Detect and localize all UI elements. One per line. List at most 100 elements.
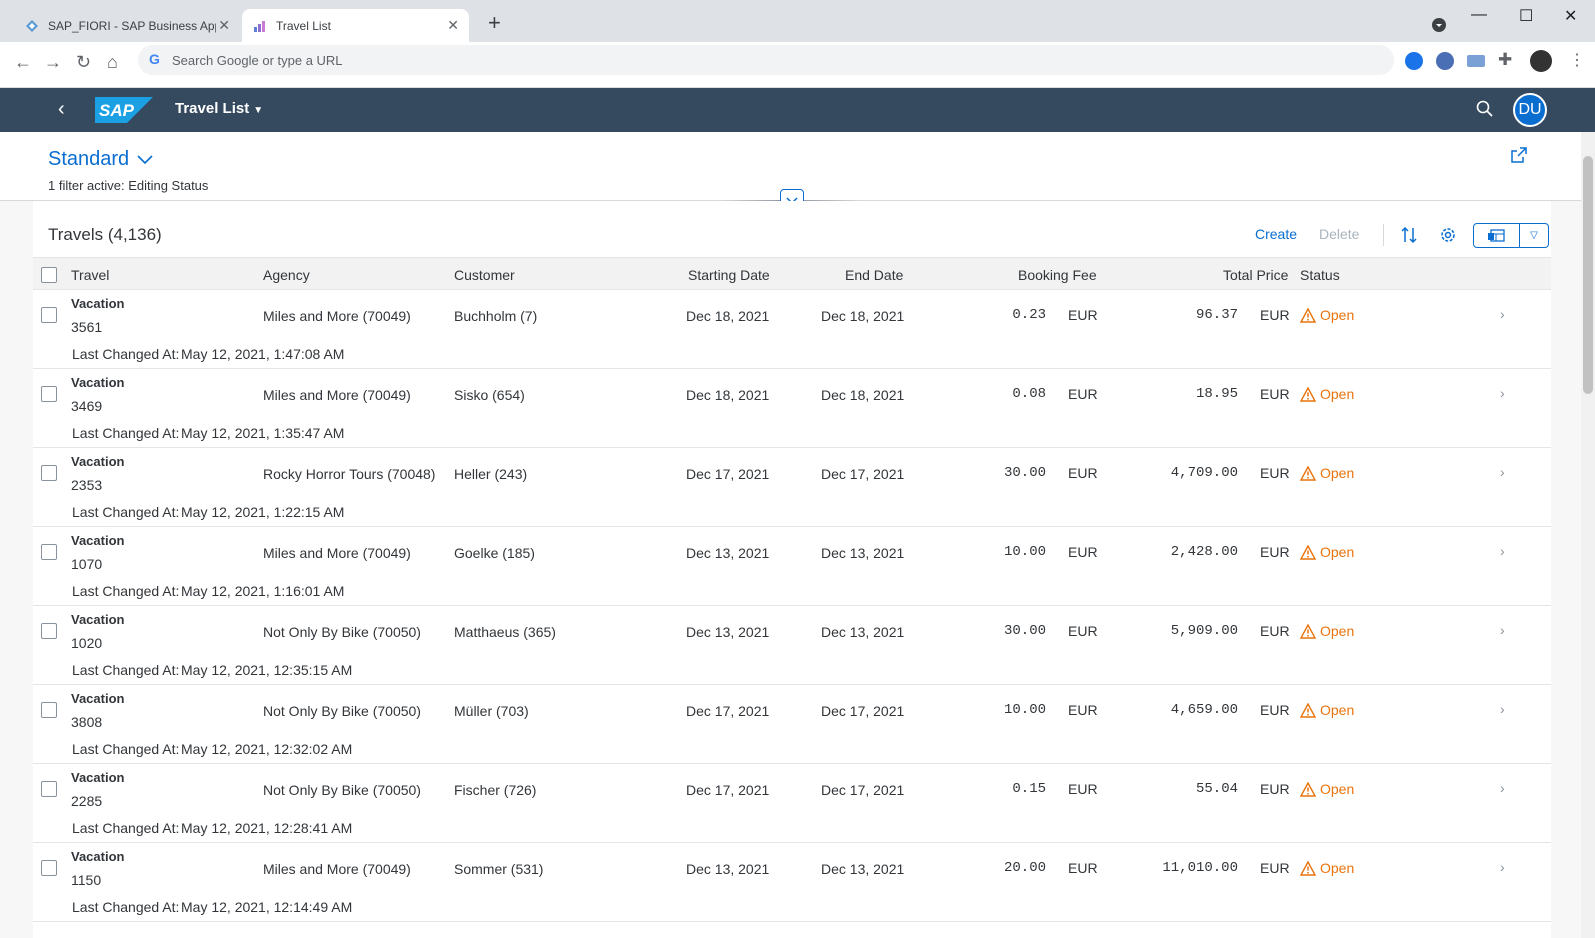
last-changed-value: May 12, 2021, 12:28:41 AM xyxy=(181,820,353,836)
status-text: Open xyxy=(1320,623,1355,639)
tab-search-icon[interactable] xyxy=(1431,17,1447,33)
table-row[interactable]: Vacation 2353 Rocky Horror Tours (70048) He… xyxy=(33,448,1551,527)
export-icon[interactable] xyxy=(1474,224,1520,247)
chevron-right-icon[interactable]: › xyxy=(1500,859,1505,875)
export-button[interactable]: ▽ xyxy=(1473,223,1549,248)
column-header-travel[interactable]: Travel xyxy=(71,267,109,283)
table-header-row: Travel Agency Customer Starting Date End… xyxy=(33,257,1551,290)
column-header-total-price[interactable]: Total Price xyxy=(1223,267,1288,283)
forward-icon[interactable]: → xyxy=(44,52,62,72)
agency-cell: Miles and More (70049) xyxy=(263,545,411,561)
column-header-status[interactable]: Status xyxy=(1300,267,1340,283)
end-date-cell: Dec 17, 2021 xyxy=(821,782,905,798)
table-row[interactable]: Vacation 1150 Miles and More (70049) Sommer… xyxy=(33,843,1551,922)
column-header-starting-date[interactable]: Starting Date xyxy=(688,267,770,283)
chevron-right-icon[interactable]: › xyxy=(1500,385,1505,401)
total-price-currency: EUR xyxy=(1260,781,1290,797)
settings-gear-icon[interactable] xyxy=(1438,225,1458,245)
booking-fee-amount: 0.15 xyxy=(1012,781,1046,797)
chevron-right-icon[interactable]: › xyxy=(1500,464,1505,480)
extension-globe-icon[interactable] xyxy=(1405,52,1423,70)
profile-avatar-icon[interactable] xyxy=(1530,50,1552,72)
warning-icon xyxy=(1300,544,1316,560)
row-checkbox[interactable] xyxy=(41,307,57,323)
chevron-right-icon[interactable]: › xyxy=(1500,543,1505,559)
customer-cell: Fischer (726) xyxy=(454,782,537,798)
column-header-end-date[interactable]: End Date xyxy=(845,267,903,283)
table-row[interactable]: Vacation 3469 Miles and More (70049) Sisko … xyxy=(33,369,1551,448)
home-icon[interactable]: ⌂ xyxy=(107,52,118,72)
browser-tab-title: SAP_FIORI - SAP Business Applic xyxy=(48,18,216,33)
customer-cell: Müller (703) xyxy=(454,703,529,719)
starting-date-cell: Dec 17, 2021 xyxy=(686,703,770,719)
browser-menu-icon[interactable]: ⋮ xyxy=(1569,50,1585,70)
browser-tab-sap-fiori[interactable]: SAP_FIORI - SAP Business Applic ✕ xyxy=(14,9,240,42)
agency-cell: Miles and More (70049) xyxy=(263,861,411,877)
travel-id: 2285 xyxy=(71,793,103,809)
extension-sap-icon[interactable] xyxy=(1467,55,1485,67)
row-checkbox[interactable] xyxy=(41,544,57,560)
scrollbar-thumb[interactable] xyxy=(1583,156,1593,394)
chevron-right-icon[interactable]: › xyxy=(1500,701,1505,717)
column-header-customer[interactable]: Customer xyxy=(454,267,515,283)
shell-back-icon[interactable]: ‹ xyxy=(58,98,65,121)
search-icon[interactable] xyxy=(1476,100,1494,118)
minimize-icon[interactable]: — xyxy=(1471,6,1487,24)
row-checkbox[interactable] xyxy=(41,623,57,639)
select-all-checkbox[interactable] xyxy=(41,267,57,283)
booking-fee-amount: 0.08 xyxy=(1012,386,1046,402)
share-icon[interactable] xyxy=(1510,146,1528,164)
row-checkbox[interactable] xyxy=(41,860,57,876)
chevron-right-icon[interactable]: › xyxy=(1500,780,1505,796)
close-icon[interactable]: ✕ xyxy=(218,17,230,34)
chevron-right-icon[interactable]: › xyxy=(1500,306,1505,322)
new-tab-icon[interactable]: + xyxy=(488,12,501,34)
last-changed-value: May 12, 2021, 12:14:49 AM xyxy=(181,899,353,915)
app-title-menu[interactable]: Travel List ▼ xyxy=(175,100,263,117)
table-row[interactable]: Vacation 1020 Not Only By Bike (70050) Matt… xyxy=(33,606,1551,685)
travels-table: Travels (4,136) Create Delete ▽ Travel A… xyxy=(33,201,1551,938)
extensions-puzzle-icon[interactable]: ✚ xyxy=(1498,50,1512,70)
last-changed-label: Last Changed At: xyxy=(72,346,180,362)
column-header-agency[interactable]: Agency xyxy=(263,267,310,283)
table-row[interactable]: Vacation 3561 Miles and More (70049) Buchho… xyxy=(33,290,1551,369)
status-text: Open xyxy=(1320,307,1355,323)
window-close-icon[interactable]: ✕ xyxy=(1564,6,1577,26)
maximize-icon[interactable]: ☐ xyxy=(1519,6,1533,26)
delete-button[interactable]: Delete xyxy=(1319,226,1359,242)
warning-icon xyxy=(1300,623,1316,639)
sap-logo[interactable]: SAP xyxy=(95,97,153,123)
booking-fee-currency: EUR xyxy=(1068,386,1098,402)
table-row[interactable]: Vacation 3808 Not Only By Bike (70050) Müll… xyxy=(33,685,1551,764)
table-row[interactable]: Vacation 1070 Miles and More (70049) Goelke… xyxy=(33,527,1551,606)
page-scrollbar[interactable] xyxy=(1581,132,1595,938)
travel-id: 3808 xyxy=(71,714,103,730)
last-changed-value: May 12, 2021, 1:16:01 AM xyxy=(181,583,345,599)
chevron-right-icon[interactable]: › xyxy=(1500,622,1505,638)
reload-icon[interactable]: ↻ xyxy=(76,52,91,72)
row-checkbox[interactable] xyxy=(41,781,57,797)
total-price-amount: 11,010.00 xyxy=(1162,860,1238,876)
table-row[interactable]: Vacation 2285 Not Only By Bike (70050) Fisc… xyxy=(33,764,1551,843)
variant-selector[interactable]: Standard xyxy=(48,148,153,171)
close-icon[interactable]: ✕ xyxy=(447,17,459,34)
last-changed-label: Last Changed At: xyxy=(72,504,180,520)
sort-icon[interactable] xyxy=(1399,225,1419,245)
travel-description: Vacation xyxy=(71,849,125,864)
create-button[interactable]: Create xyxy=(1255,226,1297,242)
row-checkbox[interactable] xyxy=(41,386,57,402)
column-header-booking-fee[interactable]: Booking Fee xyxy=(1018,267,1097,283)
export-menu-chevron-icon[interactable]: ▽ xyxy=(1520,224,1548,247)
address-bar[interactable]: G Search Google or type a URL xyxy=(138,45,1394,75)
row-checkbox[interactable] xyxy=(41,702,57,718)
chart-favicon-icon xyxy=(254,20,265,32)
warning-icon xyxy=(1300,307,1316,323)
extension-world-icon[interactable] xyxy=(1436,52,1454,70)
booking-fee-currency: EUR xyxy=(1068,702,1098,718)
browser-tab-travel-list[interactable]: Travel List ✕ xyxy=(242,9,469,42)
booking-fee-currency: EUR xyxy=(1068,781,1098,797)
back-icon[interactable]: ← xyxy=(14,52,32,72)
row-checkbox[interactable] xyxy=(41,465,57,481)
user-avatar[interactable]: DU xyxy=(1513,93,1547,127)
status-text: Open xyxy=(1320,702,1355,718)
